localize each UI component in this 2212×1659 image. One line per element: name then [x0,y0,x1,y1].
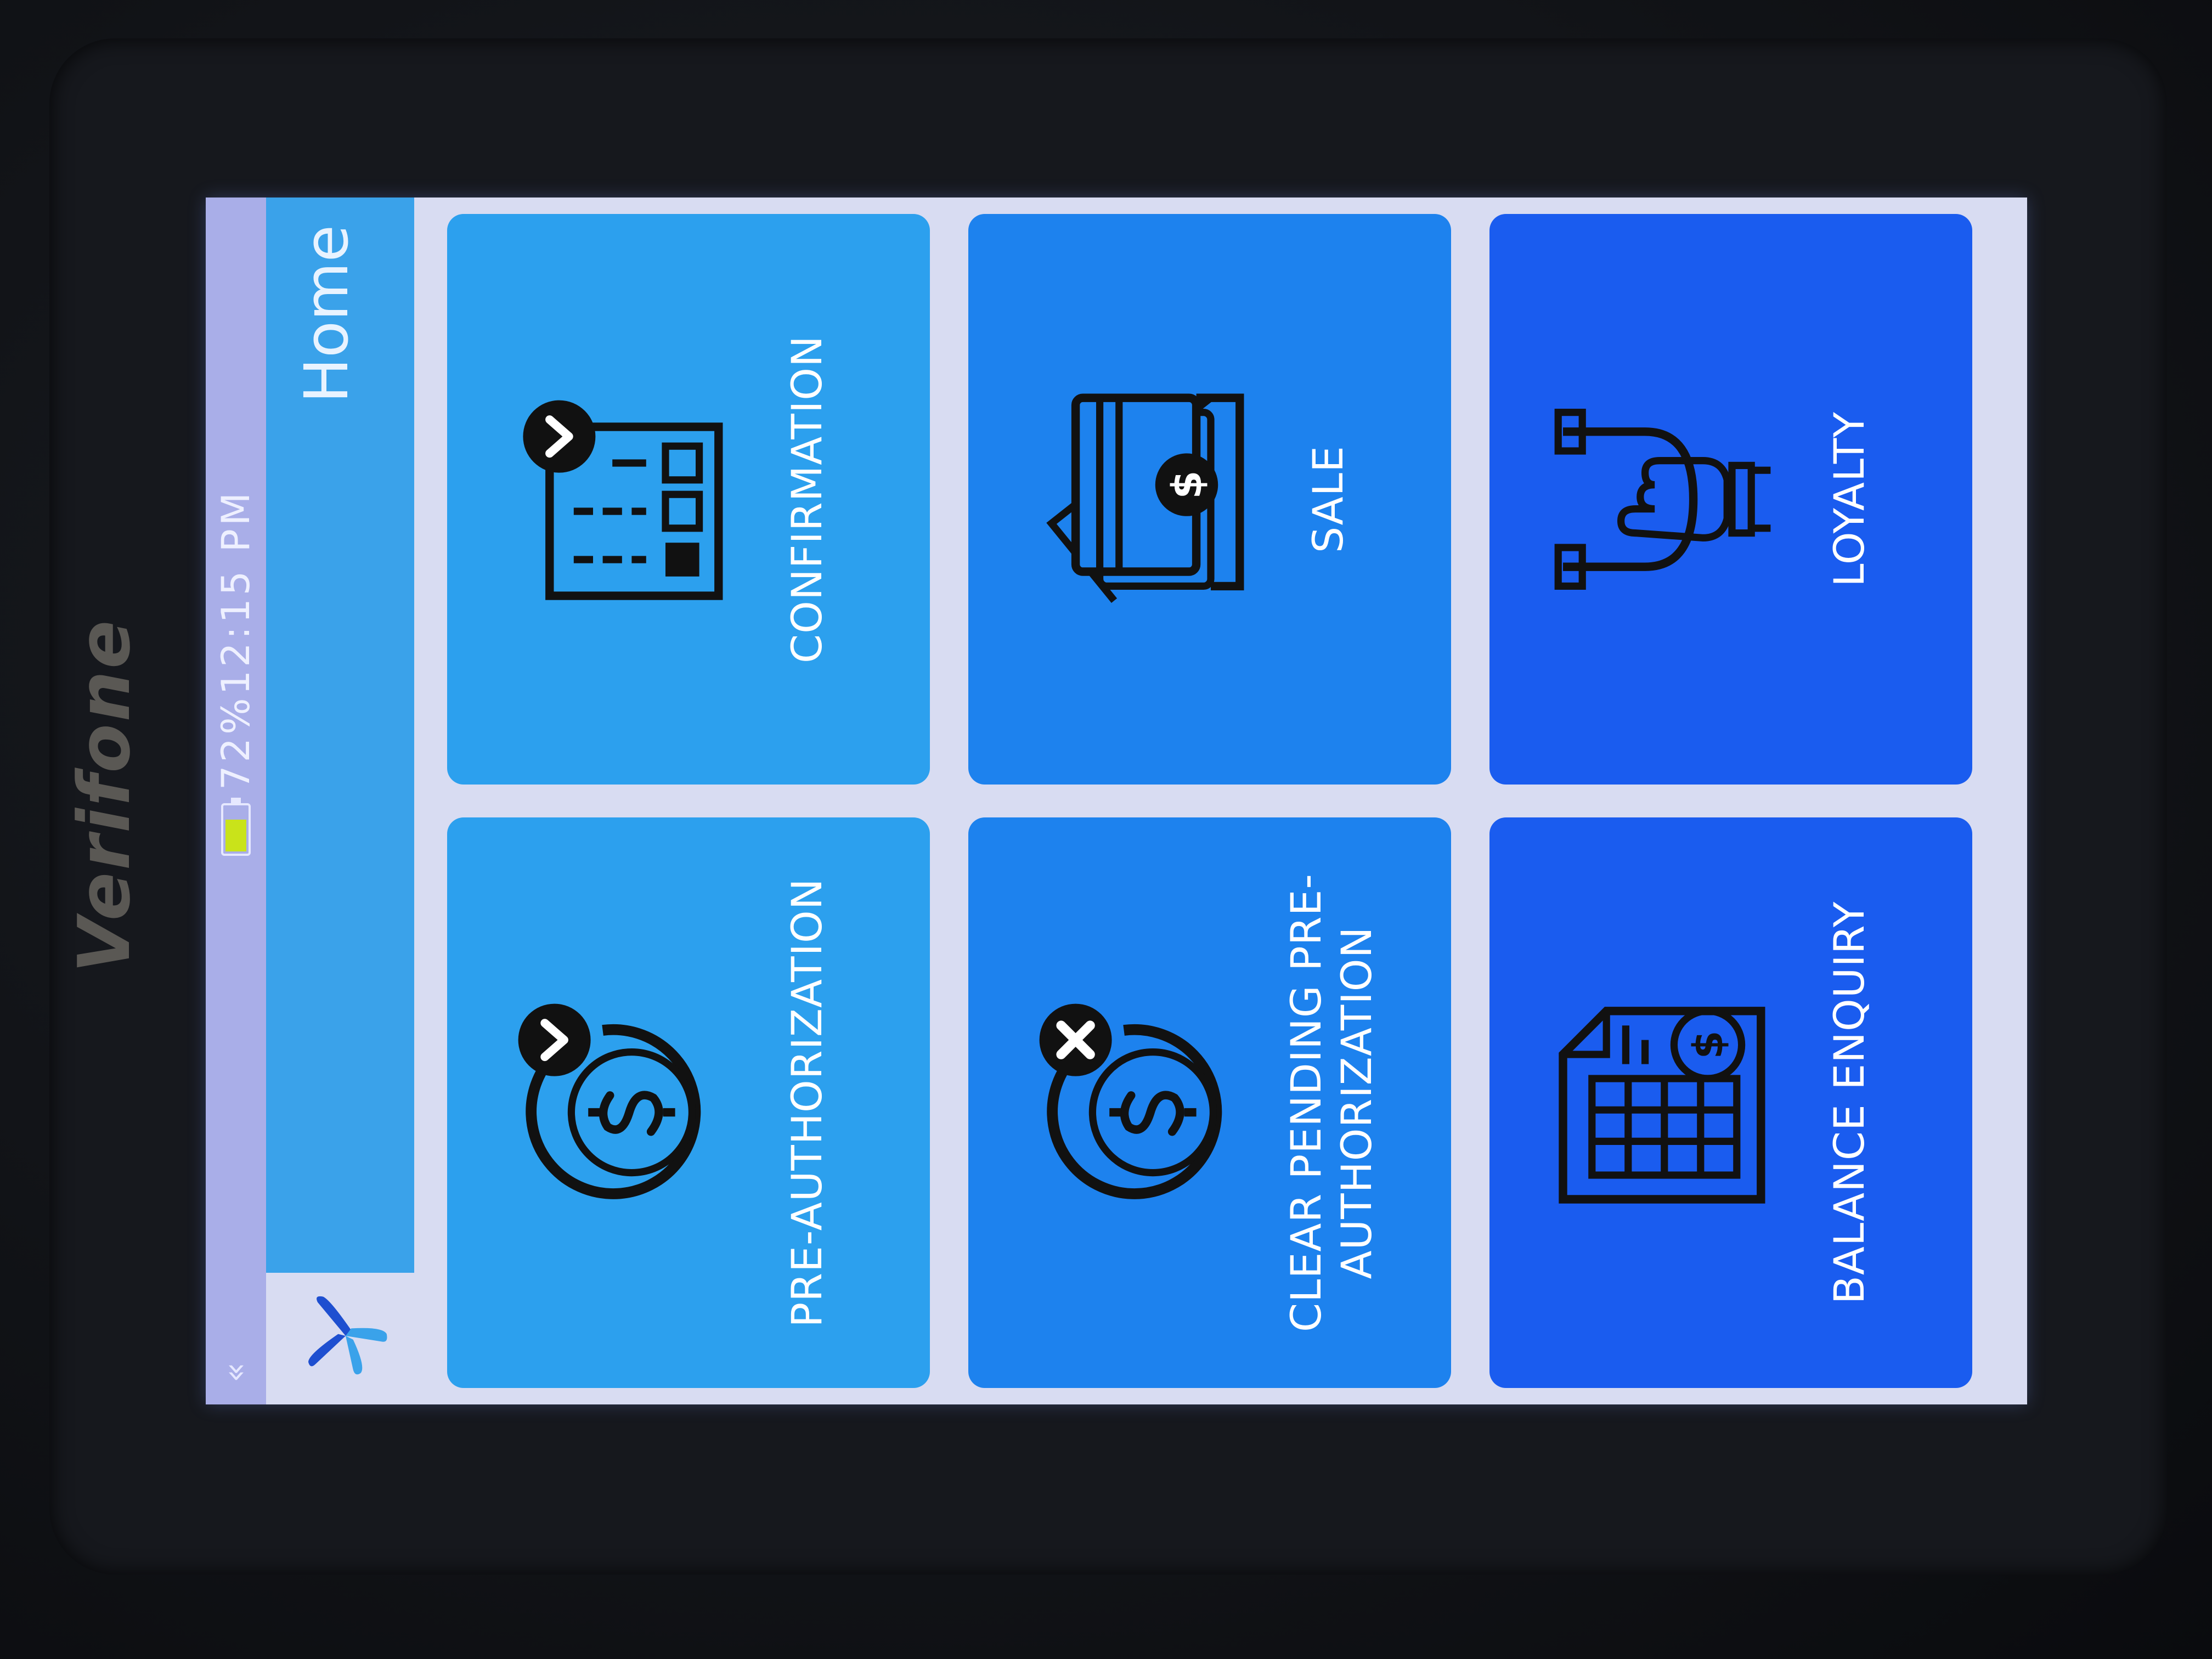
home-screen: « 72%12:15 PM Home PRE-AUTHORIZATION CON… [206,198,2027,1404]
battery-level [225,820,246,851]
status-bar: « 72%12:15 PM [206,198,266,1404]
battery-icon [221,803,251,856]
tile-label: BALANCE ENQUIRY [1825,901,1874,1305]
svg-text:$: $ [1684,1030,1732,1059]
tile-pre-authorization[interactable]: PRE-AUTHORIZATION [447,817,930,1388]
header-bar: Home [266,198,414,1273]
tile-clear-pending-pre-authorization[interactable]: CLEAR PENDING PRE-AUTHORIZATION [968,817,1451,1388]
tile-label: CLEAR PENDING PRE-AUTHORIZATION [1282,873,1381,1333]
tile-label: PRE-AUTHORIZATION [782,878,831,1328]
payment-terminal: Verifone « 72%12:15 PM Home PRE-AUTHORIZ… [0,0,2212,1659]
tile-confirmation[interactable]: CONFIRMATION [447,214,930,785]
page-title: Home [291,225,362,403]
magnet-hand-icon [1554,409,1771,590]
app-logo-icon [308,1296,387,1375]
dollar-cancel-icon [1039,1003,1222,1199]
brand-logo: Verifone [63,618,146,973]
tile-label: CONFIRMATION [782,335,831,663]
cards-dollar-icon: $ [1046,393,1244,603]
header: Home [266,198,414,1404]
tile-label: LOYALTY [1825,411,1874,587]
tile-loyalty[interactable]: LOYALTY [1489,214,1972,785]
dollar-check-icon [518,1003,701,1199]
balance-document-icon: $ [1559,1007,1765,1204]
battery-percent: 72% [213,695,258,790]
back-chevron-icon[interactable]: « [216,1362,254,1383]
status-readout: 72%12:15 PM [213,489,258,790]
checklist-check-icon [523,400,723,600]
svg-text:$: $ [1163,471,1211,499]
tile-label: SALE [1304,445,1352,554]
tile-sale[interactable]: $ SALE [968,214,1451,785]
menu-grid: PRE-AUTHORIZATION CONFIRMATION CLEAR PEN… [447,214,2000,1388]
display: « 72%12:15 PM Home PRE-AUTHORIZATION CON… [206,198,2027,1404]
tile-balance-enquiry[interactable]: $ BALANCE ENQUIRY [1489,817,1972,1388]
clock: 12:15 PM [213,489,258,695]
